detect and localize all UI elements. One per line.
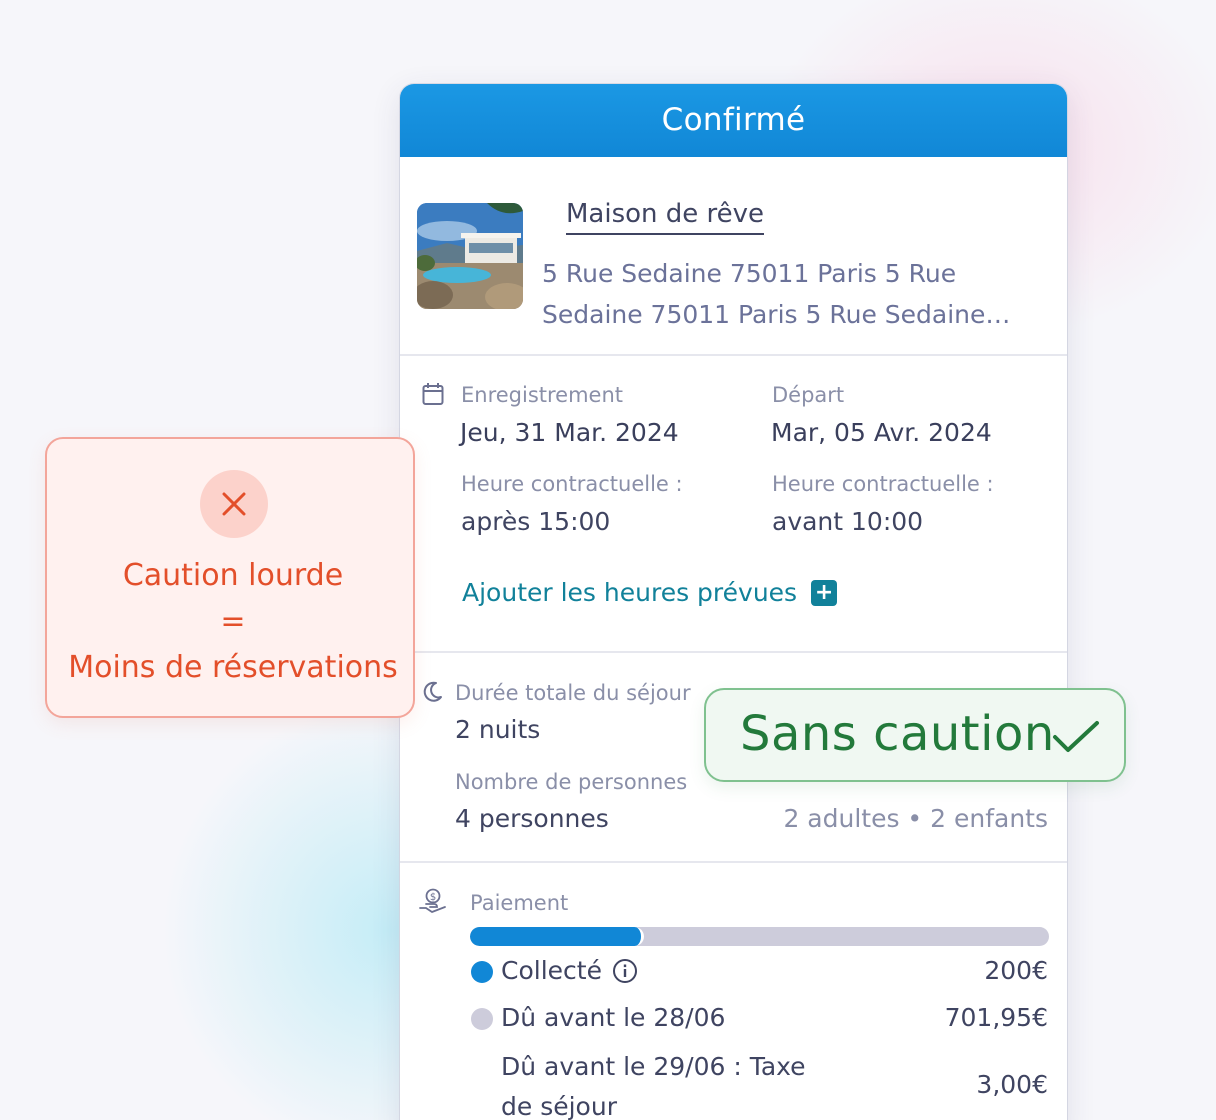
property-thumbnail[interactable] [417,203,523,309]
svg-text:$: $ [430,892,436,903]
no-deposit-badge: Sans caution [704,688,1126,782]
add-hours-link[interactable]: Ajouter les heures prévues + [462,578,838,607]
checkout-label: Départ [772,383,845,407]
payment-progress-bar [470,927,1049,946]
close-icon [200,470,268,538]
tax-amount: 3,00€ [976,1070,1048,1099]
property-section: Maison de rêve 5 Rue Sedaine 75011 Paris… [400,157,1067,356]
checkin-label: Enregistrement [461,383,624,407]
no-deposit-label: Sans caution [740,706,1055,762]
duration-label: Durée totale du séjour [455,681,691,705]
duration-value: 2 nuits [455,715,541,744]
plus-icon: + [811,579,838,606]
checkout-hour-label: Heure contractuelle : [772,472,994,496]
checkin-hour-label: Heure contractuelle : [461,472,683,496]
calendar-icon [422,383,444,405]
due-dot [471,1008,493,1030]
add-hours-label: Ajouter les heures prévues [462,578,798,607]
property-address: 5 Rue Sedaine 75011 Paris 5 Rue Sedaine … [542,259,986,329]
warning-line-3: Moins de réservations [68,650,398,685]
check-icon [1053,721,1099,752]
hand-money-icon: $ [419,888,446,913]
due-label: Dû avant le 28/06 [501,1003,726,1032]
checkin-hour: après 15:00 [461,507,611,536]
property-photo [417,203,523,309]
checkout-hour: avant 10:00 [772,507,924,536]
dates-section: Enregistrement Jeu, 31 Mar. 2024 Heure c… [400,356,1067,653]
guests-label: Nombre de personnes [455,770,688,794]
collected-row: Collecté [501,956,638,985]
warning-box: Caution lourde = Moins de réservations [45,437,415,718]
collected-label: Collecté [501,956,602,985]
status-header: Confirmé [400,84,1067,157]
checkout-date: Mar, 05 Avr. 2024 [771,418,992,447]
info-icon[interactable] [612,958,638,984]
warning-equals: = [220,604,246,639]
tax-label: Dû avant le 29/06 : Taxe de séjour [501,1052,806,1120]
due-amount: 701,95€ [944,1003,1048,1032]
payment-label: Paiement [470,891,569,915]
collected-amount: 200€ [984,956,1048,985]
moon-icon [423,681,442,702]
warning-line-1: Caution lourde [122,558,344,593]
checkin-date: Jeu, 31 Mar. 2024 [460,418,679,447]
reservation-card: Confirmé Maison de rêve 5 Rue Sedaine 75… [400,84,1067,1120]
property-title-link[interactable]: Maison de rêve [566,197,765,235]
guests-value: 4 personnes [455,804,609,833]
payment-progress-fill [470,927,644,946]
guests-detail: 2 adultes • 2 enfants [783,804,1048,833]
collected-dot [471,961,493,983]
